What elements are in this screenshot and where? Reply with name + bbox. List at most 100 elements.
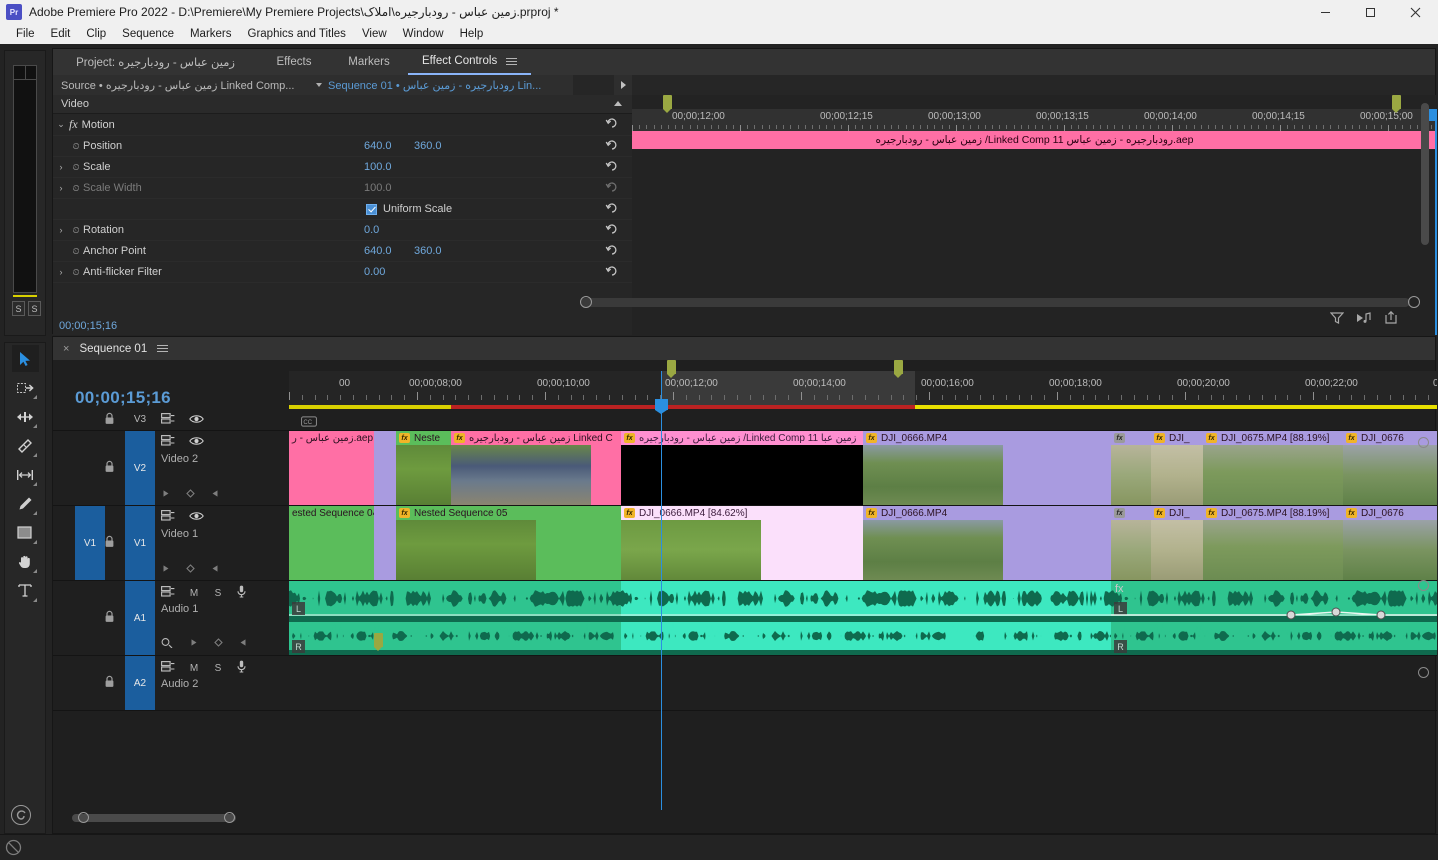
go-to-previous-keyframe-icon[interactable] xyxy=(161,564,170,576)
timeline-vertical-scroll-handle[interactable] xyxy=(1418,437,1429,448)
mute-track-button[interactable]: M xyxy=(189,588,199,599)
chevron-right-icon[interactable]: › xyxy=(53,225,69,235)
timeline-playhead-timecode[interactable]: 00;00;15;16 xyxy=(75,388,171,408)
menu-edit[interactable]: Edit xyxy=(43,26,79,42)
timeline-clip[interactable]: fx DJI_0666.MP4 [84.62%] xyxy=(621,506,863,580)
property-value-y[interactable]: 360.0 xyxy=(414,140,442,152)
effect-controls-timecode[interactable]: 00;00;15;16 xyxy=(53,317,632,335)
timeline-clip[interactable]: fx DJI_0675.MP4 [88.19%] xyxy=(1203,506,1343,580)
track-lock-toggle-icon[interactable] xyxy=(161,510,175,524)
audio-clip[interactable] xyxy=(621,581,1111,655)
effect-controls-horizontal-scrollbar[interactable] xyxy=(580,298,1410,307)
timeline-vertical-scroll-handle[interactable] xyxy=(1418,580,1429,591)
timeline-clip[interactable]: fx زمین عباس - رودبارجیره Linked C xyxy=(451,431,621,505)
menu-markers[interactable]: Markers xyxy=(182,26,240,42)
timeline-clip[interactable]: fx DJI_0675.MP4 [88.19%] xyxy=(1203,431,1343,505)
reset-property-button[interactable] xyxy=(605,139,618,155)
sync-lock-icon[interactable] xyxy=(105,675,114,691)
effect-controls-next-arrow[interactable] xyxy=(614,75,632,95)
source-patch-v1[interactable]: V1 xyxy=(75,506,105,580)
track-target-v2[interactable]: V2 xyxy=(125,431,155,505)
go-to-previous-keyframe-icon[interactable] xyxy=(189,638,198,650)
chevron-up-icon[interactable] xyxy=(614,101,622,106)
tab-sequence-01[interactable]: × Sequence 01 xyxy=(53,337,178,360)
reset-property-button[interactable] xyxy=(605,202,618,218)
timeline-clip[interactable]: fx Neste xyxy=(396,431,451,505)
track-target-a1[interactable]: A1 xyxy=(125,581,155,655)
go-to-previous-keyframe-icon[interactable] xyxy=(161,489,170,501)
track-lock-toggle-icon[interactable] xyxy=(161,413,175,427)
effect-controls-vertical-scrollbar[interactable] xyxy=(1421,103,1429,245)
track-header-a2[interactable]: A2 M S Audio 2 xyxy=(53,656,289,711)
track-lock-toggle-icon[interactable] xyxy=(161,586,175,600)
timeline-vertical-scroll-handle[interactable] xyxy=(1418,667,1429,678)
sync-lock-icon[interactable] xyxy=(105,535,114,551)
track-content-v1[interactable]: ested Sequence 04 fx Nested Sequence 05 fx D… xyxy=(289,506,1437,581)
timeline-scroll-handle-right[interactable] xyxy=(224,812,235,823)
timeline-clip[interactable]: fx xyxy=(1111,506,1151,580)
property-value-x[interactable]: 640.0 xyxy=(364,140,392,152)
property-row-scale[interactable]: › ⏲ Scale 100.0 xyxy=(53,157,632,178)
sync-lock-icon[interactable] xyxy=(105,412,114,427)
reset-property-button[interactable] xyxy=(605,223,618,239)
track-header-v1[interactable]: V1 V1 Video 1 xyxy=(53,506,289,581)
track-content-a1[interactable]: L Rfx L R xyxy=(289,581,1437,656)
voice-over-record-icon[interactable] xyxy=(237,585,246,601)
tab-effects[interactable]: Effects xyxy=(258,49,330,75)
property-value[interactable]: 100.0 xyxy=(364,161,392,173)
property-value-y[interactable]: 360.0 xyxy=(414,245,442,257)
chevron-right-icon[interactable]: › xyxy=(53,162,69,172)
solo-track-button[interactable]: S xyxy=(213,663,223,674)
property-value[interactable]: 0.00 xyxy=(364,266,385,278)
property-row-anchor-point[interactable]: ⏲ Anchor Point 640.0 360.0 xyxy=(53,241,632,262)
property-row-scale-width[interactable]: › ⏲ Scale Width 100.0 xyxy=(53,178,632,199)
track-select-forward-tool[interactable] xyxy=(12,374,39,401)
property-row-uniform-scale[interactable]: Uniform Scale xyxy=(53,199,632,220)
effect-controls-sequence-row[interactable]: Sequence 01 • رودبارجیره - زمین عباس Lin… xyxy=(310,75,573,95)
panel-menu-icon[interactable] xyxy=(506,56,518,67)
play-audio-icon[interactable] xyxy=(1356,311,1372,328)
effect-row-motion[interactable]: ⌄ fx Motion xyxy=(53,114,632,136)
property-row-rotation[interactable]: › ⏲ Rotation 0.0 xyxy=(53,220,632,241)
timeline-horizontal-scrollbar[interactable] xyxy=(56,812,1430,823)
uniform-scale-control[interactable]: Uniform Scale xyxy=(366,203,452,215)
timeline-scroll-track[interactable] xyxy=(72,814,236,822)
reset-effect-button[interactable] xyxy=(605,117,618,133)
timeline-clip[interactable]: fx DJI_ xyxy=(1151,506,1203,580)
chevron-down-icon[interactable]: ⌄ xyxy=(53,119,69,130)
audio-volume-keyframes[interactable] xyxy=(1111,581,1437,655)
uniform-scale-checkbox[interactable] xyxy=(366,203,377,215)
timeline-clip[interactable] xyxy=(374,431,396,505)
menu-sequence[interactable]: Sequence xyxy=(114,26,182,42)
track-header-a1[interactable]: A1 M S Audio 1 xyxy=(53,581,289,656)
timeline-clip[interactable]: fx زمین عباس - رودبارجیره /Linked Comp 11… xyxy=(621,431,863,505)
voice-over-record-icon[interactable] xyxy=(237,660,246,676)
menu-window[interactable]: Window xyxy=(395,26,452,42)
track-volume-icon[interactable] xyxy=(161,637,173,651)
ec-marker[interactable] xyxy=(1392,95,1401,113)
stopwatch-icon[interactable]: ⏲ xyxy=(69,141,83,152)
rolling-edit-tool[interactable] xyxy=(12,432,39,459)
export-frame-icon[interactable] xyxy=(1384,310,1398,328)
track-header-v3[interactable]: V3 xyxy=(53,409,289,431)
timeline-playhead[interactable] xyxy=(661,371,662,810)
filter-icon[interactable] xyxy=(1329,311,1345,328)
effect-controls-playhead-head[interactable] xyxy=(1429,109,1437,121)
pen-tool[interactable] xyxy=(12,490,39,517)
solo-left-button[interactable]: S xyxy=(12,301,25,316)
ripple-edit-tool[interactable] xyxy=(12,403,39,430)
timeline-clip[interactable] xyxy=(374,506,396,580)
track-content-a2[interactable] xyxy=(289,656,1437,711)
minimize-button[interactable] xyxy=(1303,0,1348,24)
chevron-right-icon[interactable]: › xyxy=(53,267,69,277)
toggle-track-output-icon[interactable] xyxy=(189,511,204,524)
close-button[interactable] xyxy=(1393,0,1438,24)
track-content-v3[interactable] xyxy=(289,409,1437,431)
ec-marker[interactable] xyxy=(663,95,672,113)
stopwatch-icon[interactable]: ⏲ xyxy=(69,246,83,257)
timeline-playhead-head[interactable] xyxy=(655,399,668,414)
reset-property-button[interactable] xyxy=(605,160,618,176)
stopwatch-icon[interactable]: ⏲ xyxy=(69,225,83,236)
effect-controls-playhead[interactable] xyxy=(1435,109,1437,335)
timeline-clip[interactable]: fx DJI_0666.MP4 xyxy=(863,506,1111,580)
